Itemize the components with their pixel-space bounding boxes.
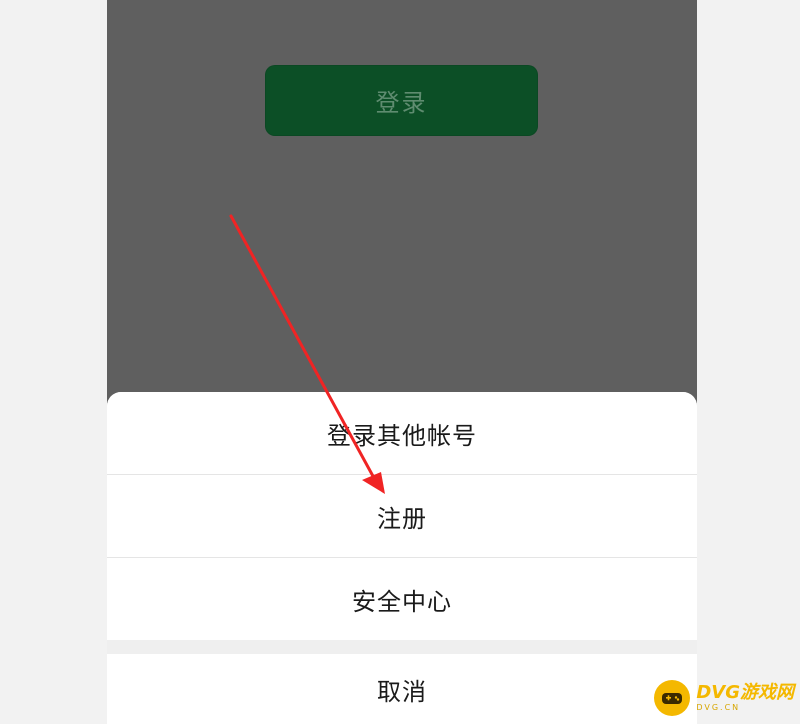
action-sheet: 登录其他帐号 注册 安全中心 取消 bbox=[107, 392, 697, 724]
action-label: 登录其他帐号 bbox=[327, 421, 477, 450]
action-label: 安全中心 bbox=[352, 587, 452, 616]
watermark-title: DVG游戏网 bbox=[696, 682, 794, 703]
action-security-center[interactable]: 安全中心 bbox=[107, 558, 697, 640]
action-label: 注册 bbox=[377, 504, 427, 533]
gamepad-icon bbox=[654, 680, 691, 716]
cancel-label: 取消 bbox=[377, 677, 427, 706]
watermark: DVG游戏网 DVG.CN bbox=[654, 680, 794, 716]
action-login-other-account[interactable]: 登录其他帐号 bbox=[107, 392, 697, 474]
action-cancel[interactable]: 取消 bbox=[107, 654, 697, 724]
login-button-label: 登录 bbox=[375, 89, 428, 117]
login-button[interactable]: 登录 bbox=[265, 65, 538, 136]
phone-screen: 登录 登录其他帐号 注册 安全中心 取消 bbox=[107, 0, 697, 724]
watermark-subtitle: DVG.CN bbox=[696, 703, 741, 712]
action-register[interactable]: 注册 bbox=[107, 475, 697, 557]
